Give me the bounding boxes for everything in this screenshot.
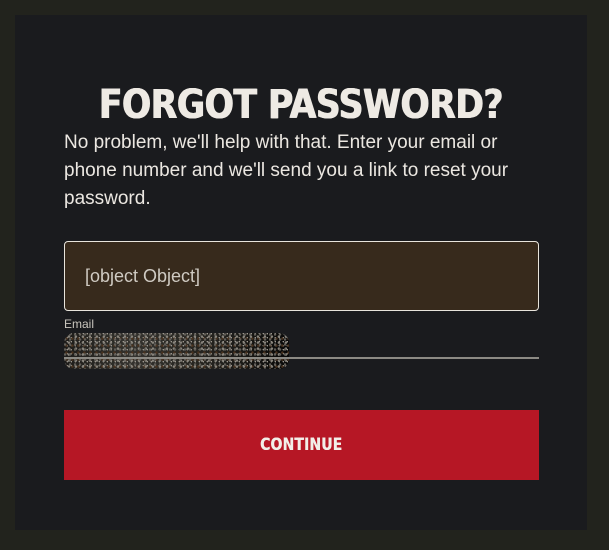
instructions-text: No problem, we'll help with that. Enter …: [64, 132, 509, 209]
redacted-email-value: [64, 333, 289, 369]
email-field-underline[interactable]: [64, 357, 539, 359]
continue-button[interactable]: CONTINUE: [64, 410, 539, 480]
identifier-input[interactable]: [object Object]: [64, 241, 539, 311]
identifier-input-value: [object Object]: [85, 266, 201, 286]
email-field-label: Email: [64, 317, 95, 331]
page-title: FORGOT PASSWORD?: [98, 82, 504, 128]
continue-button-label: CONTINUE: [260, 435, 343, 455]
forgot-password-dialog: FORGOT PASSWORD? No problem, we'll help …: [15, 15, 587, 530]
